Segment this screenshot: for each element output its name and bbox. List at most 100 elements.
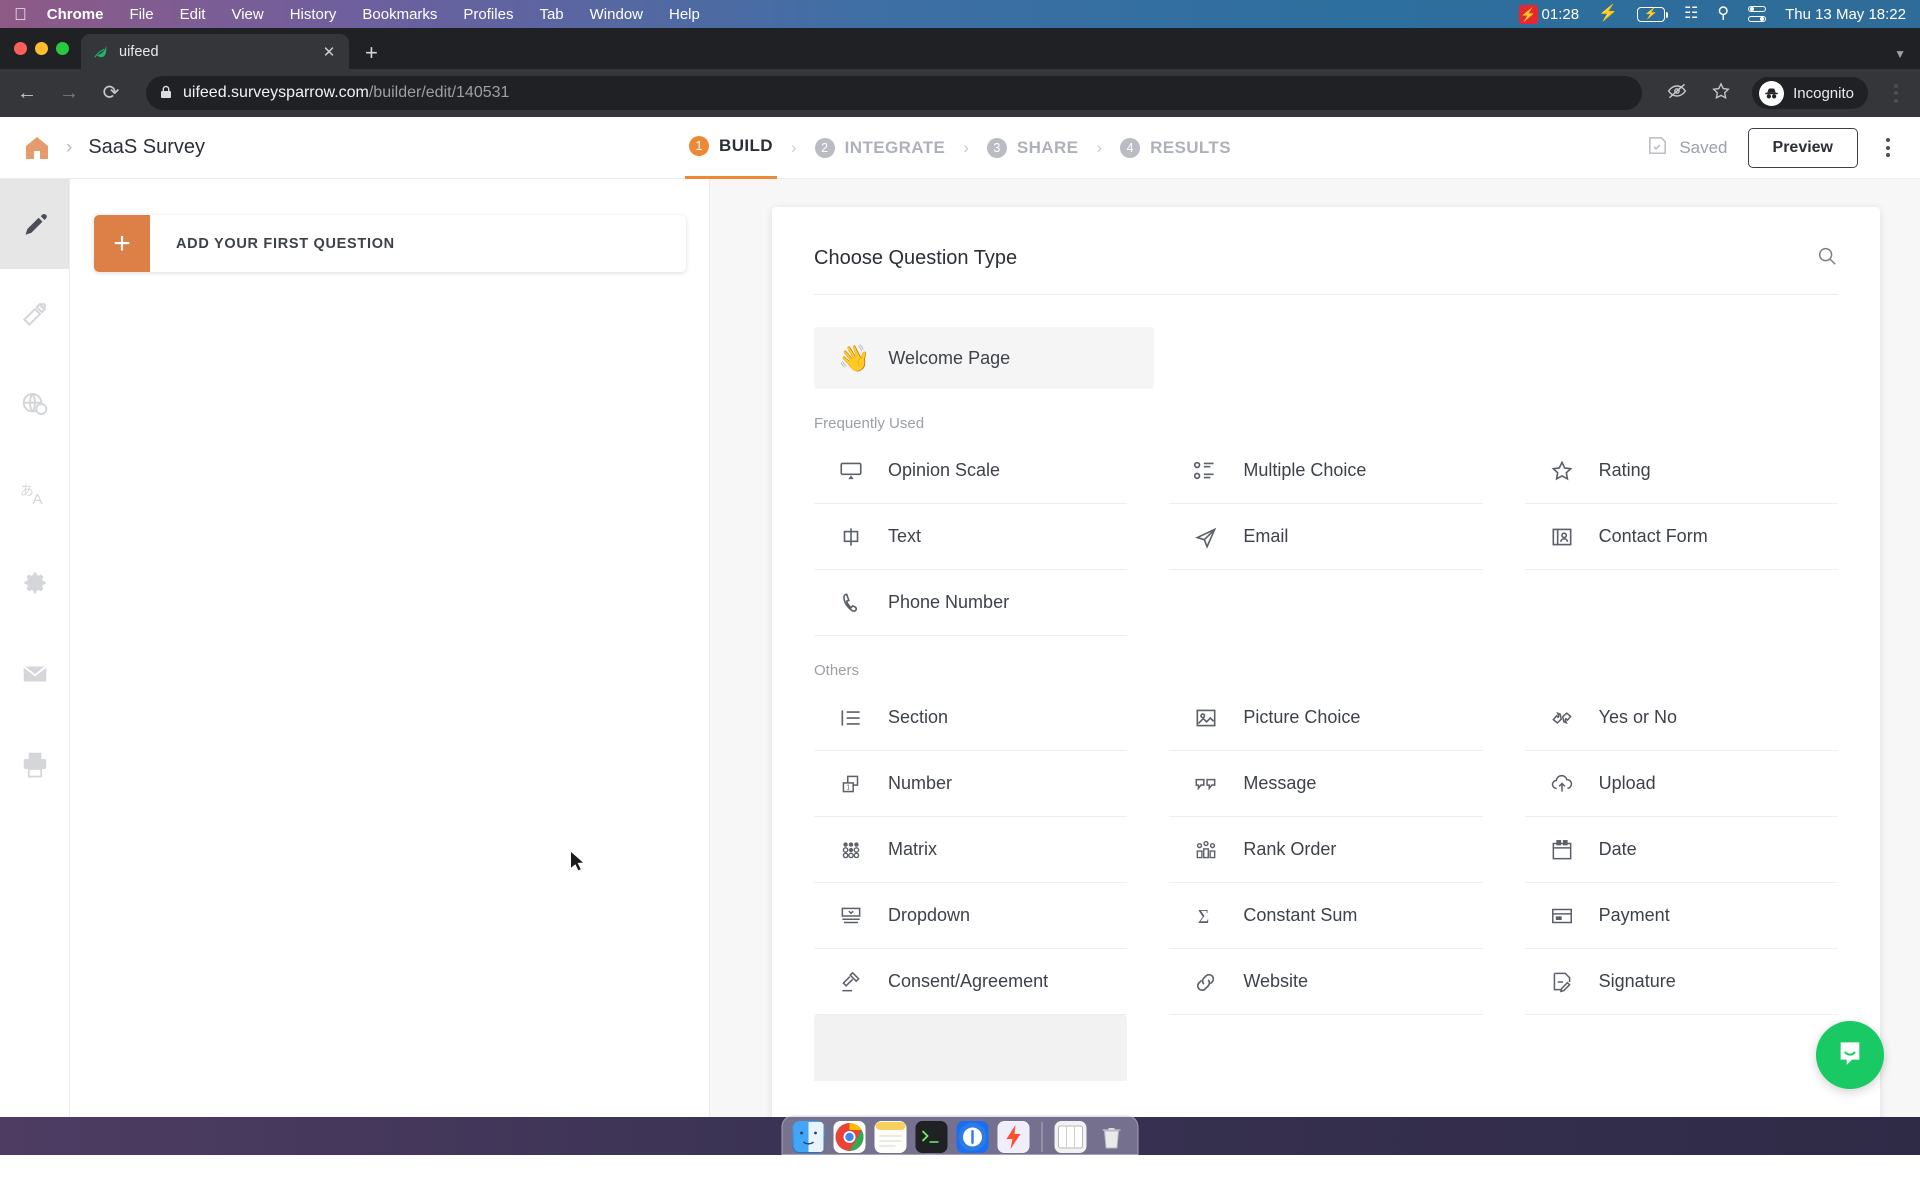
menu-item-edit[interactable]: Edit bbox=[180, 6, 206, 23]
search-icon[interactable] bbox=[1816, 245, 1838, 272]
more-options-button[interactable] bbox=[1878, 132, 1898, 163]
question-type-text[interactable]: Text bbox=[814, 504, 1128, 570]
link-icon bbox=[1191, 969, 1221, 995]
sidebar-item-share-settings[interactable] bbox=[0, 359, 69, 449]
maximize-window-button[interactable] bbox=[56, 42, 69, 55]
intercom-chat-button[interactable] bbox=[1816, 1021, 1884, 1089]
address-bar[interactable]: uifeed.surveysparrow.com/builder/edit/14… bbox=[146, 76, 1643, 110]
home-icon[interactable] bbox=[22, 134, 52, 162]
incognito-profile-pill[interactable]: Incognito bbox=[1752, 77, 1868, 109]
timer-value: 01:28 bbox=[1541, 5, 1580, 23]
question-type-rank-order[interactable]: Rank Order bbox=[1169, 817, 1483, 883]
dock-item-window-stack[interactable] bbox=[1054, 1120, 1087, 1153]
menubar-clock[interactable]: Thu 13 May 18:22 bbox=[1785, 6, 1906, 23]
question-type-label: Email bbox=[1243, 526, 1289, 546]
multiple-choice-icon bbox=[1191, 458, 1221, 484]
question-type-label: Matrix bbox=[888, 839, 937, 859]
card-icon bbox=[1547, 903, 1577, 929]
eye-off-icon[interactable] bbox=[1664, 81, 1690, 105]
dock-item-bolt-app[interactable] bbox=[997, 1120, 1030, 1153]
menu-item-tab[interactable]: Tab bbox=[539, 6, 563, 23]
question-type-phone-number[interactable]: Phone Number bbox=[814, 570, 1128, 636]
step-integrate[interactable]: 2 INTEGRATE bbox=[811, 117, 950, 179]
close-window-button[interactable] bbox=[14, 42, 27, 55]
browser-tab[interactable]: uifeed ✕ bbox=[81, 34, 349, 69]
tab-search-chevron-icon[interactable]: ▼ bbox=[1894, 47, 1920, 61]
printer-icon bbox=[20, 749, 50, 779]
timer-status-item[interactable]: ⚡ 01:28 bbox=[1518, 4, 1580, 24]
calendar-icon bbox=[1547, 837, 1577, 863]
question-type-label: Section bbox=[888, 707, 949, 727]
forward-button[interactable]: → bbox=[56, 83, 82, 103]
question-type-welcome-page[interactable]: 👋 Welcome Page bbox=[814, 327, 1154, 389]
question-type-partial-row[interactable] bbox=[814, 1015, 1128, 1081]
reload-button[interactable]: ⟳ bbox=[98, 83, 124, 103]
sigma-icon: Σ bbox=[1191, 903, 1221, 929]
back-button[interactable]: ← bbox=[14, 83, 40, 103]
dock-item-finder[interactable] bbox=[792, 1120, 825, 1153]
preview-button[interactable]: Preview bbox=[1747, 127, 1858, 168]
question-type-date[interactable]: Date bbox=[1524, 817, 1838, 883]
spotlight-search-icon[interactable]: ⚲ bbox=[1717, 6, 1729, 22]
menu-item-window[interactable]: Window bbox=[590, 6, 643, 23]
step-number: 2 bbox=[814, 137, 835, 158]
sidebar-item-print[interactable] bbox=[0, 719, 69, 809]
opinion-scale-icon bbox=[836, 458, 866, 484]
bookmark-star-icon[interactable] bbox=[1708, 81, 1734, 105]
question-type-consent-agreement[interactable]: Consent/Agreement bbox=[814, 949, 1128, 1015]
menu-item-chrome[interactable]: Chrome bbox=[47, 6, 104, 23]
wifi-icon[interactable]: ☷ bbox=[1684, 6, 1698, 22]
menu-item-file[interactable]: File bbox=[129, 6, 153, 23]
question-type-picture-choice[interactable]: Picture Choice bbox=[1169, 685, 1483, 751]
question-type-dropdown[interactable]: Dropdown bbox=[814, 883, 1128, 949]
minimize-window-button[interactable] bbox=[35, 42, 48, 55]
step-build[interactable]: 1 BUILD bbox=[685, 117, 777, 179]
question-type-email[interactable]: Email bbox=[1169, 504, 1483, 570]
question-list-pane: + ADD YOUR FIRST QUESTION bbox=[70, 179, 710, 1117]
others-grid: Section Picture Choice Yes or No 1 Numbe… bbox=[814, 685, 1838, 1081]
sidebar-item-theme[interactable] bbox=[0, 269, 69, 359]
question-type-payment[interactable]: Payment bbox=[1524, 883, 1838, 949]
sidebar-item-email[interactable] bbox=[0, 629, 69, 719]
question-type-opinion-scale[interactable]: Opinion Scale bbox=[814, 438, 1128, 504]
chrome-menu-button[interactable] bbox=[1886, 78, 1906, 109]
question-type-rating[interactable]: Rating bbox=[1524, 438, 1838, 504]
apple-logo-icon[interactable]:  bbox=[14, 6, 27, 23]
question-type-upload[interactable]: Upload bbox=[1524, 751, 1838, 817]
control-center-icon[interactable] bbox=[1748, 6, 1767, 22]
dock-item-1password[interactable] bbox=[956, 1120, 989, 1153]
question-type-message[interactable]: Message bbox=[1169, 751, 1483, 817]
lock-icon bbox=[160, 85, 172, 102]
close-tab-button[interactable]: ✕ bbox=[320, 43, 338, 61]
dropdown-icon bbox=[836, 903, 866, 929]
sidebar-item-translate[interactable]: あA bbox=[0, 449, 69, 539]
question-type-label: Multiple Choice bbox=[1243, 460, 1367, 480]
menu-item-help[interactable]: Help bbox=[669, 6, 700, 23]
question-type-multiple-choice[interactable]: Multiple Choice bbox=[1169, 438, 1483, 504]
question-type-website[interactable]: Website bbox=[1169, 949, 1483, 1015]
question-type-label: Contact Form bbox=[1598, 526, 1708, 546]
sidebar-item-settings[interactable] bbox=[0, 539, 69, 629]
thunderbolt-icon[interactable]: ⚡ bbox=[1598, 6, 1618, 22]
new-tab-button[interactable]: + bbox=[365, 42, 378, 64]
menu-item-profiles[interactable]: Profiles bbox=[463, 6, 513, 23]
add-first-question-button[interactable]: + ADD YOUR FIRST QUESTION bbox=[94, 215, 686, 272]
sidebar-item-build[interactable] bbox=[0, 179, 69, 269]
dock-item-chrome[interactable] bbox=[833, 1120, 866, 1153]
battery-icon[interactable]: ⚡ bbox=[1637, 6, 1669, 22]
question-type-number[interactable]: 1 Number bbox=[814, 751, 1128, 817]
menu-item-history[interactable]: History bbox=[290, 6, 337, 23]
step-share[interactable]: 3 SHARE bbox=[983, 117, 1083, 179]
question-type-contact-form[interactable]: Contact Form bbox=[1524, 504, 1838, 570]
dock-item-trash[interactable] bbox=[1096, 1121, 1128, 1153]
question-type-yes-or-no[interactable]: Yes or No bbox=[1524, 685, 1838, 751]
menu-item-bookmarks[interactable]: Bookmarks bbox=[362, 6, 437, 23]
step-results[interactable]: 4 RESULTS bbox=[1116, 117, 1235, 179]
menu-item-view[interactable]: View bbox=[231, 6, 263, 23]
question-type-signature[interactable]: Signature bbox=[1524, 949, 1838, 1015]
dock-item-notes[interactable] bbox=[874, 1120, 907, 1153]
question-type-constant-sum[interactable]: Σ Constant Sum bbox=[1169, 883, 1483, 949]
question-type-matrix[interactable]: Matrix bbox=[814, 817, 1128, 883]
dock-item-terminal[interactable] bbox=[915, 1120, 948, 1153]
question-type-section[interactable]: Section bbox=[814, 685, 1128, 751]
